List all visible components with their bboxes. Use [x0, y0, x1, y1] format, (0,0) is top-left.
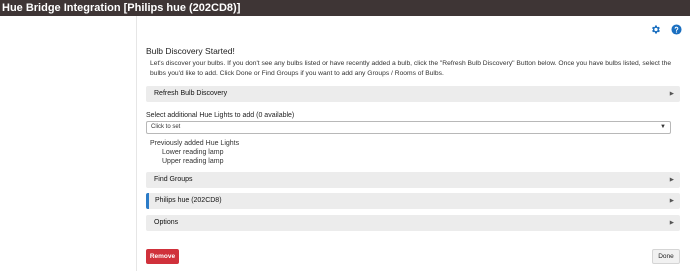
section-options[interactable]: Options ▶ — [146, 215, 680, 231]
integration-dialog: Bulb Discovery Started! Let's discover y… — [137, 16, 690, 271]
expand-arrow-icon: ▶ — [669, 91, 674, 97]
section-label: Options — [154, 219, 179, 226]
remove-button[interactable]: Remove — [146, 249, 179, 264]
title-bar: Hue Bridge Integration [Philips hue (202… — [0, 0, 690, 16]
window-title: Hue Bridge Integration [Philips hue (202… — [2, 2, 241, 14]
gear-icon[interactable] — [650, 24, 661, 35]
select-lights-label: Select additional Hue Lights to add (0 a… — [146, 112, 295, 119]
expand-arrow-icon: ▶ — [669, 220, 674, 226]
list-item: Lower reading lamp — [162, 149, 224, 156]
expand-arrow-icon: ▶ — [669, 177, 674, 183]
section-label: Philips hue (202CD8) — [155, 197, 222, 204]
select-value: Click to set — [151, 124, 181, 130]
done-button[interactable]: Done — [652, 249, 680, 264]
section-label: Refresh Bulb Discovery — [154, 90, 228, 97]
hue-lights-select[interactable]: Click to set ▼ — [146, 121, 671, 134]
section-refresh-bulb-discovery[interactable]: Refresh Bulb Discovery ▶ — [146, 86, 680, 102]
discovery-intro: Let's discover your bulbs. If you don't … — [150, 60, 672, 77]
help-icon[interactable] — [671, 24, 682, 35]
expand-arrow-icon: ▶ — [669, 198, 674, 204]
left-pane — [0, 16, 137, 271]
list-item: Upper reading lamp — [162, 158, 224, 165]
previously-added-heading: Previously added Hue Lights — [150, 140, 240, 147]
caret-down-icon: ▼ — [660, 124, 666, 130]
section-label: Find Groups — [154, 176, 193, 183]
discovery-heading: Bulb Discovery Started! — [146, 46, 235, 56]
section-find-groups[interactable]: Find Groups ▶ — [146, 172, 680, 188]
section-bridge-device[interactable]: Philips hue (202CD8) ▶ — [146, 193, 680, 209]
